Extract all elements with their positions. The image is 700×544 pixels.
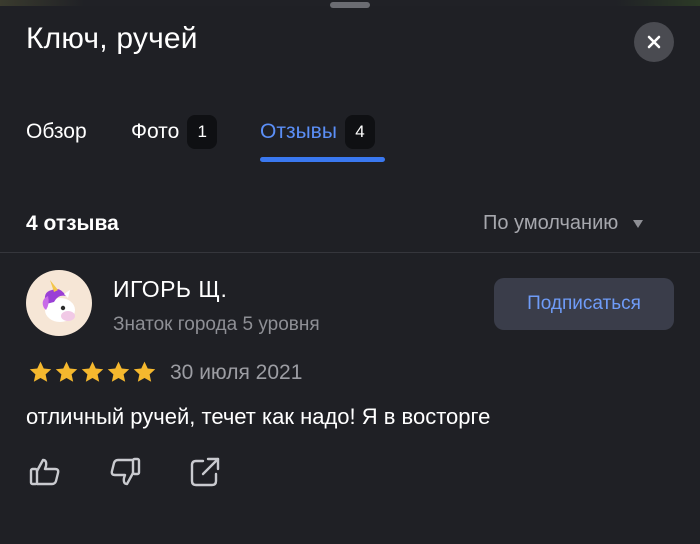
dislike-button[interactable]	[108, 455, 142, 489]
star-icon	[133, 361, 156, 382]
star-icon	[55, 361, 78, 382]
star-icon	[29, 361, 52, 382]
rating-stars	[28, 360, 157, 385]
chevron-down-icon	[633, 219, 644, 228]
page-title: Ключ, ручей	[26, 22, 198, 55]
review-text: отличный ручей, течет как надо! Я в вост…	[26, 404, 491, 429]
like-button[interactable]	[28, 455, 62, 489]
divider	[0, 252, 700, 253]
avatar[interactable]	[26, 270, 92, 336]
subscribe-button[interactable]: Подписаться	[494, 278, 674, 330]
share-button[interactable]	[188, 455, 222, 489]
tab-overview[interactable]: Обзор	[26, 112, 87, 152]
active-tab-indicator	[260, 157, 385, 162]
star-icon	[81, 361, 104, 382]
tab-count-badge: 1	[187, 115, 218, 149]
tab-photos[interactable]: Фото 1	[131, 112, 218, 152]
tab-reviews[interactable]: Отзывы 4	[260, 112, 375, 152]
drag-handle[interactable]	[330, 2, 370, 8]
close-button[interactable]	[634, 22, 674, 62]
reviews-count: 4 отзыва	[26, 212, 119, 235]
review-date: 30 июля 2021	[170, 361, 303, 384]
thumbs-up-icon	[29, 458, 60, 486]
tab-count-badge: 4	[344, 115, 375, 149]
sort-dropdown[interactable]: По умолчанию	[483, 212, 644, 235]
close-icon	[647, 35, 661, 49]
review-author[interactable]: ИГОРЬ Щ.	[113, 276, 227, 303]
sort-label: По умолчанию	[483, 212, 619, 234]
tab-bar: Обзор Фото 1 Отзывы 4	[26, 112, 676, 164]
star-icon	[107, 361, 130, 382]
author-rank: Знаток города 5 уровня	[113, 314, 320, 335]
unicorn-avatar-icon	[42, 280, 75, 322]
share-icon	[190, 457, 220, 487]
thumbs-down-icon	[110, 457, 141, 486]
tab-label: Фото	[131, 120, 180, 143]
tab-label: Обзор	[26, 120, 87, 143]
tab-label: Отзывы	[260, 120, 337, 143]
